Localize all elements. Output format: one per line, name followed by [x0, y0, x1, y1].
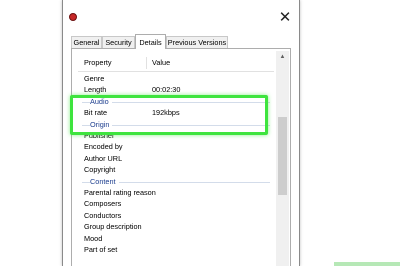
- property-name: Conductors: [84, 211, 122, 220]
- property-row[interactable]: Genre: [78, 73, 274, 84]
- property-value: 00:02:30: [152, 85, 181, 94]
- property-row[interactable]: Group description: [78, 221, 274, 232]
- decorative-green-bar: [334, 262, 400, 266]
- column-header-value[interactable]: Value: [152, 55, 170, 71]
- property-row[interactable]: Mood: [78, 233, 274, 244]
- close-button[interactable]: ✕: [278, 10, 292, 25]
- group-header-content[interactable]: Content: [78, 176, 274, 187]
- property-name: Author URL: [84, 154, 123, 163]
- property-name: Part of set: [84, 245, 118, 254]
- property-row[interactable]: Part of set: [78, 244, 274, 255]
- tab-security[interactable]: Security: [102, 36, 135, 48]
- property-name: Group description: [84, 222, 142, 231]
- properties-grid: Property Value Genre Length 00:02:30 Audio B…: [78, 55, 274, 266]
- property-row[interactable]: Composers: [78, 198, 274, 209]
- vertical-scrollbar[interactable]: ▲: [276, 51, 289, 266]
- property-name: Encoded by: [84, 142, 123, 151]
- tab-details[interactable]: Details: [135, 34, 166, 49]
- property-row[interactable]: Copyright: [78, 164, 274, 175]
- property-row[interactable]: Author URL: [78, 153, 274, 164]
- property-row[interactable]: Length 00:02:30: [78, 84, 274, 95]
- property-name: Copyright: [84, 165, 116, 174]
- scroll-thumb[interactable]: [278, 117, 287, 195]
- group-label: Content: [90, 176, 119, 187]
- column-headers: Property Value: [78, 55, 274, 72]
- tab-general[interactable]: General: [71, 36, 102, 48]
- column-divider[interactable]: [146, 57, 147, 69]
- scroll-up-arrow-icon[interactable]: ▲: [276, 51, 289, 63]
- property-name: Length: [84, 85, 107, 94]
- property-name: Composers: [84, 199, 122, 208]
- audio-bitrate-highlight: [70, 95, 268, 135]
- column-header-property[interactable]: Property: [84, 55, 112, 71]
- property-name: Genre: [84, 74, 105, 83]
- property-row[interactable]: Parental rating reason: [78, 187, 274, 198]
- media-file-icon: [69, 13, 77, 21]
- property-row[interactable]: Encoded by: [78, 141, 274, 152]
- property-name: Parental rating reason: [84, 188, 156, 197]
- property-name: Mood: [84, 234, 103, 243]
- details-panel: Property Value Genre Length 00:02:30 Audio B…: [71, 48, 291, 266]
- property-row[interactable]: Conductors: [78, 210, 274, 221]
- tab-previous-versions[interactable]: Previous Versions: [166, 36, 228, 48]
- title-bar: ✕: [63, 0, 299, 34]
